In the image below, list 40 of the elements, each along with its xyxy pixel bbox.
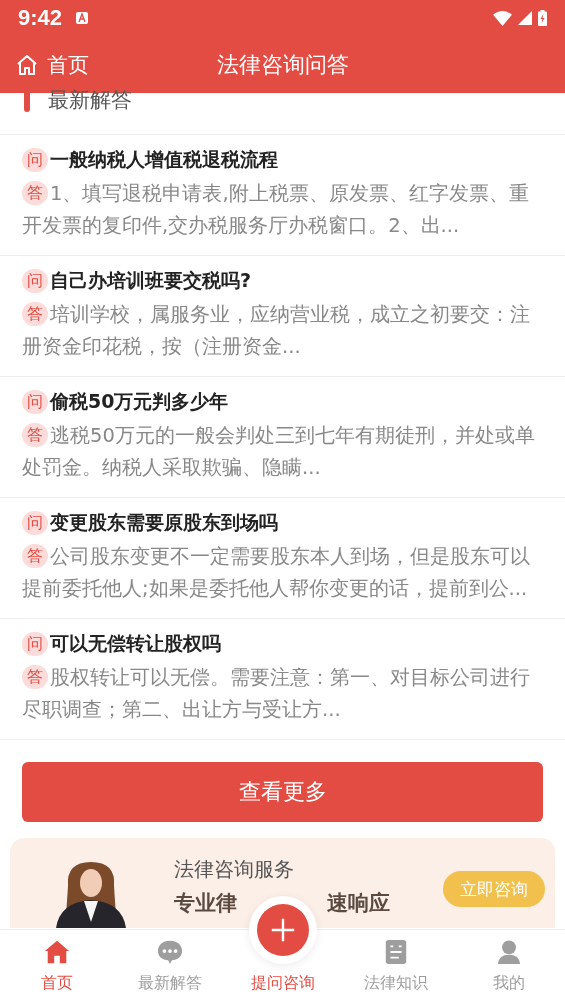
qa-item[interactable]: 问 变更股东需要原股东到场吗 答 公司股东变更不一定需要股东本人到场，但是股东可以提前委托他人;如果是委托他人帮你变更的话，提前到公... <box>0 498 565 619</box>
question-text: 偷税50万元判多少年 <box>50 389 229 414</box>
question-tag: 问 <box>22 511 48 535</box>
banner-title: 法律咨询服务 <box>174 856 295 883</box>
tab-item[interactable]: 法律知识 <box>339 930 452 1004</box>
tab-item[interactable]: 首页 <box>0 930 113 1004</box>
question-tag: 问 <box>22 632 48 656</box>
tab-item[interactable]: 我的 <box>452 930 565 1004</box>
answer-text: 答 逃税50万元的一般会判处三到七年有期徒刑，并处或单处罚金。纳税人采取欺骗、隐瞒... <box>22 422 536 481</box>
notification-icon <box>76 12 89 24</box>
answer-text: 答 培训学校，属服务业，应纳营业税，成立之初要交：注册资金印花税，按（注册资金... <box>22 301 531 360</box>
qa-item[interactable]: 问 自己办培训班要交税吗? 答 培训学校，属服务业，应纳营业税，成立之初要交：注册资金印花税，按（注册资金... <box>0 256 565 377</box>
question-text: 一般纳税人增值税退税流程 <box>50 147 278 172</box>
question-text: 可以无偿转让股权吗 <box>50 631 221 656</box>
qa-item[interactable]: 问 可以无偿转让股权吗 答 股权转让可以无偿。需要注意：第一、对目标公司进行尽职调查；第二、出让方与受让方... <box>0 619 565 740</box>
qa-item[interactable]: 问 偷税50万元判多少年 答 逃税50万元的一般会判处三到七年有期徒刑，并处或单处罚金。纳税人采取欺骗、隐瞒... <box>0 377 565 498</box>
qa-item[interactable]: 问 一般纳税人增值税退税流程 答 1、填写退税申请表,附上税票、原发票、红字发票、重开发票的复印件,交办税服务厅办税窗口。2、出... <box>0 135 565 256</box>
battery-icon <box>538 10 547 26</box>
answer-text: 答 公司股东变更不一定需要股东本人到场，但是股东可以提前委托他人;如果是委托他人帮你变更的话，提前到公... <box>22 543 531 602</box>
page-title: 法律咨询问答 <box>216 50 349 79</box>
banner-subtitle: 速响应 <box>327 890 390 917</box>
answer-text: 答 股权转让可以无偿。需要注意：第一、对目标公司进行尽职调查；第二、出让方与受让方... <box>22 664 531 723</box>
answer-text: 答 1、填写退税申请表,附上税票、原发票、红字发票、重开发票的复印件,交办税服务厅办税窗口。2、出... <box>22 180 530 239</box>
status-time: 9:42 <box>18 5 63 31</box>
user-icon <box>495 939 522 965</box>
question-tag: 问 <box>22 269 48 293</box>
view-more-button[interactable]: 查看更多 <box>22 762 543 822</box>
home-icon <box>15 52 39 77</box>
question-tag: 问 <box>22 390 48 414</box>
chat-icon <box>156 939 183 965</box>
home-icon <box>43 939 70 965</box>
question-tag: 问 <box>22 148 48 172</box>
section-title: 最新解答 <box>48 86 132 114</box>
tab-item[interactable]: 最新解答 <box>113 930 226 1004</box>
question-text: 自己办培训班要交税吗? <box>50 268 252 293</box>
banner-subtitle: 专业律 <box>174 890 237 917</box>
signal-icon <box>518 11 532 25</box>
home-back-button[interactable]: 首页 <box>0 50 89 79</box>
wifi-icon <box>493 10 512 26</box>
question-text: 变更股东需要原股东到场吗 <box>50 510 278 535</box>
